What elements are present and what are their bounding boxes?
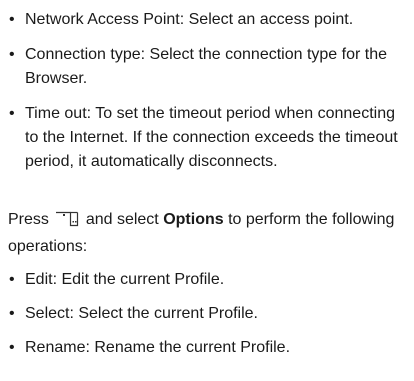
options-list: Edit: Edit the current Profile. Select: … xyxy=(8,268,404,360)
list-item: Rename: Rename the current Profile. xyxy=(8,336,404,360)
list-item-text: Time out: To set the timeout period when… xyxy=(25,105,398,170)
manual-page: Network Access Point: Select an access p… xyxy=(0,0,414,381)
list-item: Time out: To set the timeout period when… xyxy=(8,102,404,174)
press-options-paragraph: Press and select Options to perform the … xyxy=(8,208,404,259)
press-prefix: Press xyxy=(8,211,49,228)
list-item: Select: Select the current Profile. xyxy=(8,302,404,326)
list-item: Network Access Point: Select an access p… xyxy=(8,8,404,32)
settings-list: Network Access Point: Select an access p… xyxy=(8,8,404,174)
list-item-text: Connection type: Select the connection t… xyxy=(25,46,388,87)
list-item-text: Rename: Rename the current Profile. xyxy=(25,339,291,356)
list-item-text: Select: Select the current Profile. xyxy=(25,305,258,322)
press-middle: and select xyxy=(85,211,159,228)
options-label: Options xyxy=(163,211,224,228)
list-item-text: Edit: Edit the current Profile. xyxy=(25,271,225,288)
menu-softkey-icon xyxy=(55,211,79,235)
list-item: Edit: Edit the current Profile. xyxy=(8,268,404,292)
list-item: Connection type: Select the connection t… xyxy=(8,43,404,91)
list-item-text: Network Access Point: Select an access p… xyxy=(25,11,354,28)
